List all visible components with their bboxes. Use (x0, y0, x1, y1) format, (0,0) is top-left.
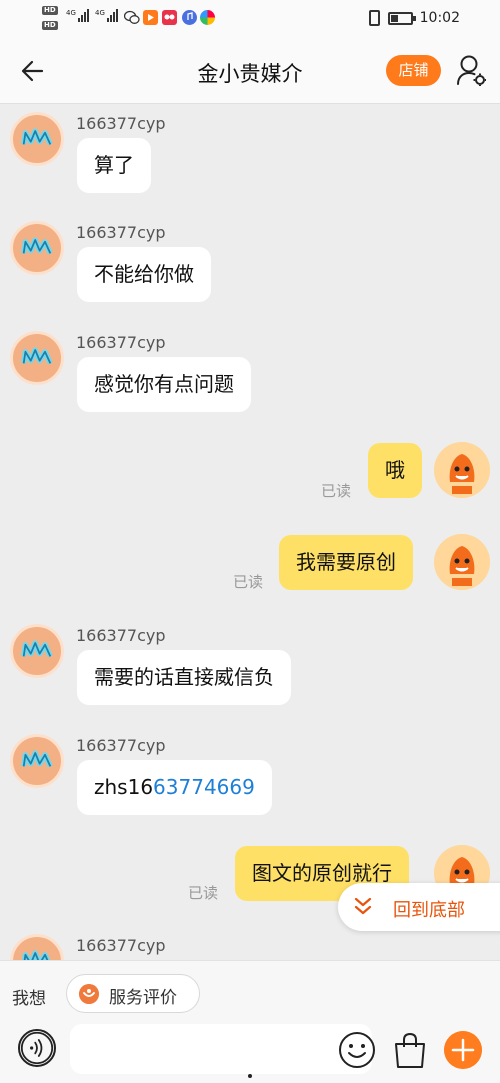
battery-icon (388, 12, 416, 25)
chat-header: 金小贵媒介 店铺 (0, 38, 500, 104)
back-to-bottom-button[interactable]: 回到底部 (338, 883, 500, 931)
wechat-icon (123, 10, 140, 25)
my-avatar[interactable] (434, 442, 490, 498)
user-settings-icon[interactable] (456, 54, 486, 86)
shopping-bag-icon[interactable] (392, 1031, 428, 1069)
message-input[interactable] (70, 1024, 372, 1074)
contact-avatar[interactable] (10, 112, 64, 166)
message-bubble[interactable]: 不能给你做 (77, 247, 211, 302)
plus-icon[interactable] (444, 1031, 482, 1069)
message-bubble[interactable]: 我需要原创 (279, 535, 413, 590)
rating-icon (79, 984, 99, 1004)
message-bubble[interactable]: 算了 (77, 138, 151, 193)
signal-icon: 4G (95, 9, 118, 22)
contact-avatar[interactable] (10, 734, 64, 788)
signal-icon: 4G (66, 9, 89, 22)
vibrate-icon (369, 10, 380, 26)
message-bubble[interactable]: zhs1663774669 (77, 760, 272, 815)
chat-area[interactable]: 166377cyp 算了 166377cyp 不能给你做 166377cyp 感… (0, 104, 500, 960)
contact-avatar[interactable] (10, 331, 64, 385)
sender-name: 166377cyp (76, 626, 166, 645)
status-bar: HD HD 4G 4G 10:02 (0, 0, 500, 38)
message-bubble[interactable]: 需要的话直接威信负 (77, 650, 291, 705)
my-avatar[interactable] (434, 534, 490, 590)
music-app-icon (182, 10, 197, 25)
quick-label: 我想 (12, 989, 46, 1009)
hd-badge: HD (42, 21, 58, 30)
message-bubble[interactable]: 感觉你有点问题 (77, 357, 251, 412)
read-status: 已读 (233, 573, 264, 591)
home-indicator (248, 1074, 252, 1078)
contact-avatar[interactable] (10, 624, 64, 678)
clock: 10:02 (419, 10, 460, 26)
read-status: 已读 (321, 482, 352, 500)
video-app-icon (143, 10, 158, 25)
photo-app-icon (200, 10, 215, 25)
input-toolbar: 我想 服务评价 (0, 960, 500, 1083)
sender-name: 166377cyp (76, 936, 166, 955)
sender-name: 166377cyp (76, 114, 166, 133)
message-text: zhs16 (94, 775, 154, 799)
contact-avatar[interactable] (10, 934, 64, 960)
sender-name: 166377cyp (76, 223, 166, 242)
emoji-icon[interactable] (338, 1031, 376, 1069)
hd-badge: HD (42, 6, 58, 15)
phone-link[interactable]: 63774669 (153, 775, 255, 799)
voice-icon[interactable] (18, 1029, 56, 1067)
shop-button[interactable]: 店铺 (386, 55, 441, 86)
shopping-app-icon (162, 10, 177, 25)
message-bubble[interactable]: 哦 (368, 443, 422, 498)
read-status: 已读 (188, 884, 219, 902)
back-to-bottom-label: 回到底部 (393, 900, 465, 921)
sender-name: 166377cyp (76, 736, 166, 755)
service-rating-button[interactable]: 服务评价 (66, 974, 200, 1013)
service-rating-label: 服务评价 (109, 988, 177, 1008)
sender-name: 166377cyp (76, 333, 166, 352)
double-chevron-down-icon (354, 897, 372, 915)
contact-avatar[interactable] (10, 221, 64, 275)
